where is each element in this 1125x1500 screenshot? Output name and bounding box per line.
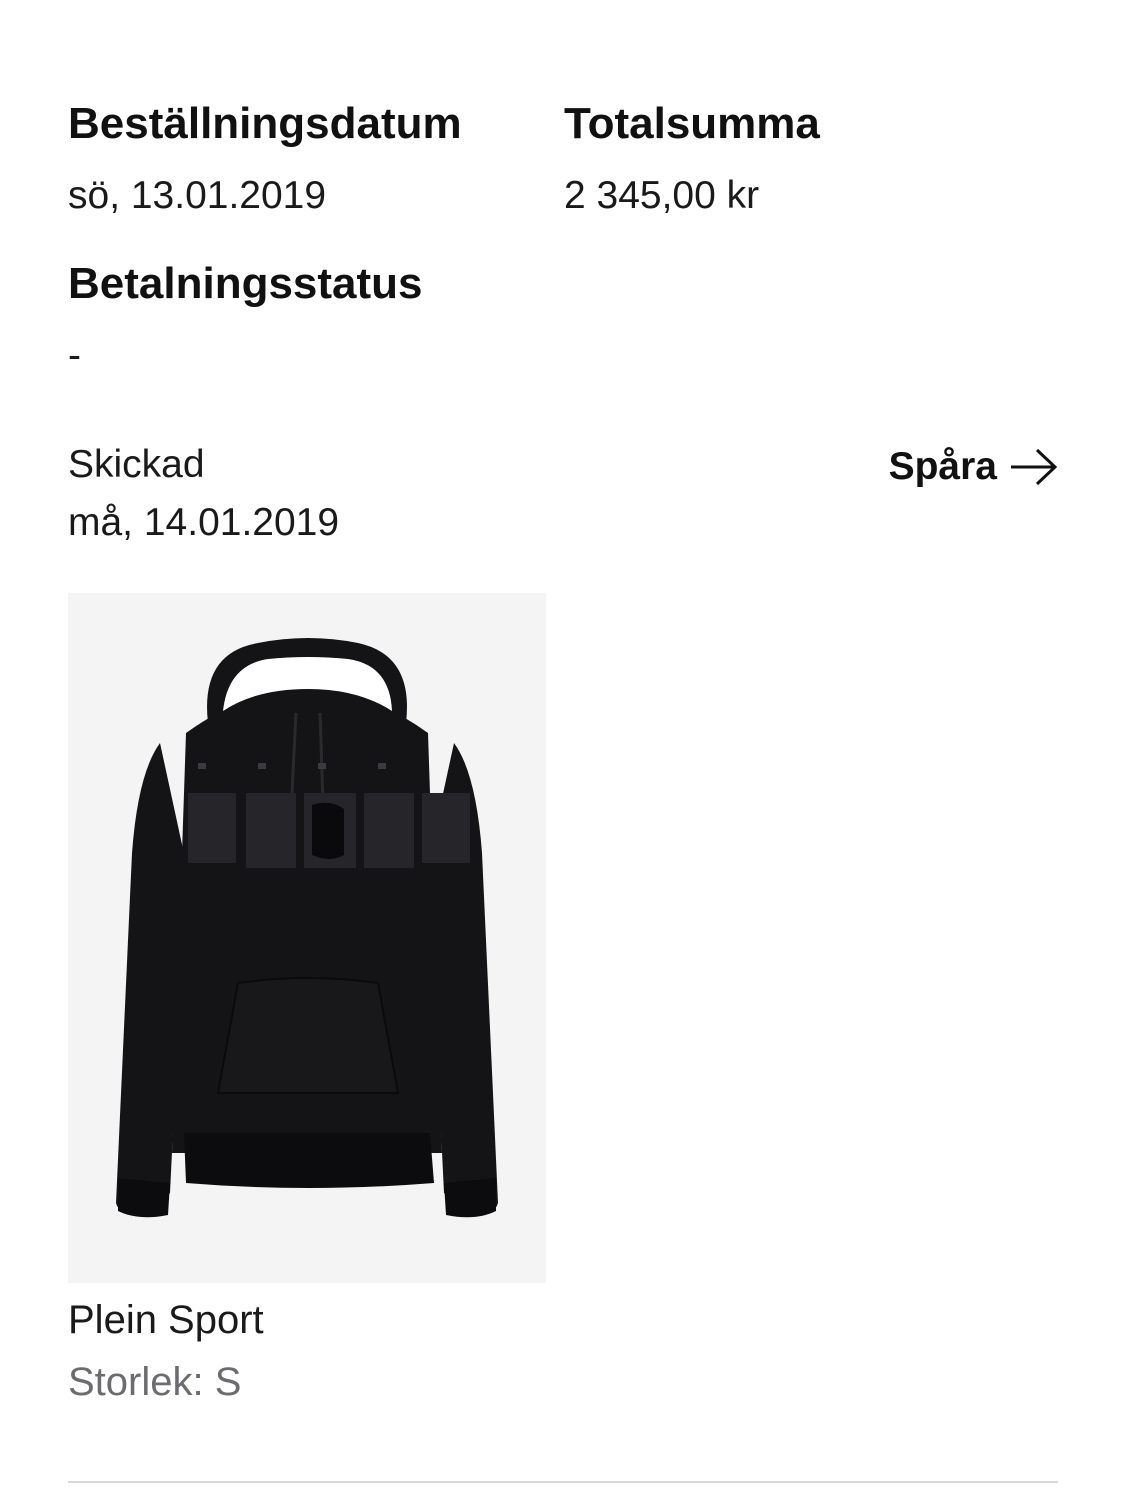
payment-status-label: Betalningsstatus [68, 259, 423, 308]
hoodie-illustration [116, 638, 498, 1218]
shipment-status-block: Skickad må, 14.01.2019 [68, 436, 339, 552]
product-size-label: Storlek: [68, 1360, 204, 1404]
payment-status-block: Betalningsstatus - [68, 258, 423, 380]
order-date-value: sö, 13.01.2019 [68, 174, 327, 217]
product-name[interactable]: Plein Sport [68, 1296, 264, 1344]
product-image[interactable] [68, 593, 546, 1283]
shipment-status: Skickad [68, 443, 205, 486]
order-total-block: Totalsumma 2 345,00 kr [564, 98, 964, 220]
track-label: Spåra [888, 445, 997, 488]
shipment-date: må, 14.01.2019 [68, 501, 340, 544]
order-total-value: 2 345,00 kr [564, 174, 760, 217]
product-size: Storlek: S [68, 1358, 241, 1406]
divider [68, 1481, 1058, 1483]
payment-status-value: - [68, 334, 81, 377]
order-date-label: Beställningsdatum [68, 99, 462, 148]
track-shipment-link[interactable]: Spåra [889, 443, 1059, 491]
product-size-value: S [214, 1360, 242, 1404]
order-details-page: Beställningsdatum sö, 13.01.2019 Totalsu… [0, 0, 1125, 1500]
order-date-block: Beställningsdatum sö, 13.01.2019 [68, 98, 548, 220]
order-total-label: Totalsumma [564, 99, 820, 148]
arrow-right-icon [1009, 447, 1059, 487]
